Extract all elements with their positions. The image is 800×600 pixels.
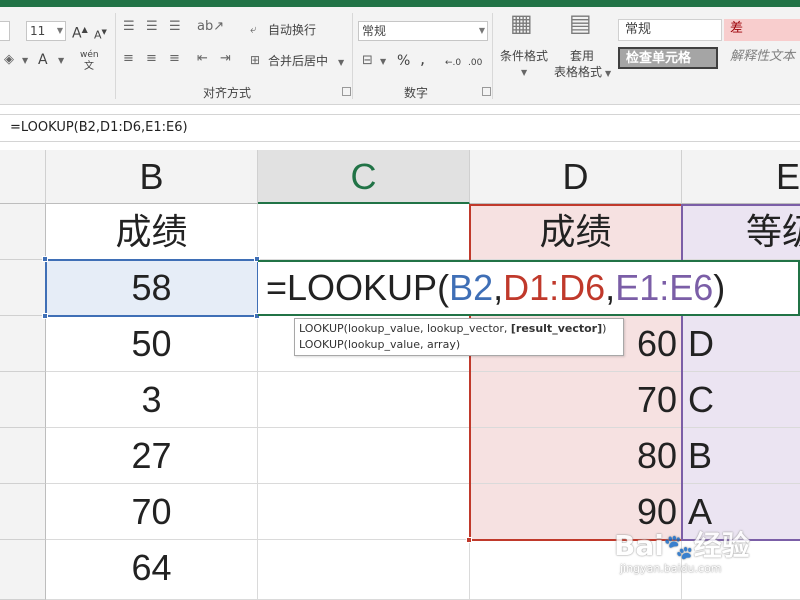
align-bottom-icon[interactable]: ☰ — [169, 19, 181, 35]
font-size-combo[interactable]: 11 ▼ — [26, 21, 66, 41]
grow-font-button[interactable]: A▲ — [72, 22, 88, 42]
row-header[interactable] — [0, 540, 46, 600]
format-as-table-icon[interactable]: ▤ — [569, 11, 592, 35]
formula-comma: , — [493, 267, 504, 308]
style-normal[interactable]: 常规 — [618, 19, 722, 41]
cell-b7[interactable]: 64 — [46, 540, 258, 600]
select-all-corner[interactable] — [0, 150, 46, 204]
merge-dropdown-icon[interactable]: ▼ — [338, 55, 344, 71]
format-as-table-line2[interactable]: 表格格式 — [554, 64, 602, 80]
row-header[interactable] — [0, 428, 46, 484]
format-as-table-line1[interactable]: 套用 — [570, 48, 594, 64]
formula-prefix: =LOOKUP( — [266, 267, 450, 308]
alignment-group-label: 对齐方式 — [203, 86, 252, 100]
reference-range-b2 — [45, 259, 259, 317]
number-format-value: 常规 — [362, 24, 387, 38]
cell-b6[interactable]: 70 — [46, 484, 258, 540]
range-handle[interactable] — [42, 313, 48, 319]
wrap-text-button[interactable]: 自动换行 — [268, 22, 316, 38]
formula-bar-text: =LOOKUP(B2,D1:D6,E1:E6) — [10, 120, 188, 135]
fill-color-dropdown-icon[interactable]: ▼ — [22, 53, 28, 69]
watermark-url: jingyan.baidu.com — [620, 562, 722, 575]
font-size-select[interactable] — [0, 21, 10, 41]
separator — [115, 13, 116, 99]
ribbon: 11 ▼ A▲ A▼ ◈ ▼ A ▼ wén 文 ☰ ☰ ☰ ab↗ ⤶ 自动换… — [0, 7, 800, 105]
phonetic-guide-char: 文 — [84, 61, 94, 72]
font-color-button[interactable]: A — [38, 52, 48, 68]
cell-b4[interactable]: 3 — [46, 372, 258, 428]
number-format-combo[interactable]: 常规 ▼ — [358, 21, 488, 41]
row-header[interactable] — [0, 316, 46, 372]
cell-b1[interactable]: 成绩 — [46, 204, 258, 260]
style-check-cell[interactable]: 检查单元格 — [618, 47, 718, 69]
cell-b3[interactable]: 50 — [46, 316, 258, 372]
cell-c1[interactable] — [258, 204, 470, 260]
align-center-icon[interactable]: ≡ — [146, 51, 157, 67]
row-header[interactable] — [0, 260, 46, 316]
row-header[interactable] — [0, 204, 46, 260]
cell-c2-editor[interactable]: =LOOKUP(B2,D1:D6,E1:E6) — [258, 260, 800, 316]
chevron-down-icon: ▼ — [605, 69, 612, 78]
formula-arg-e1-e6: E1:E6 — [615, 267, 714, 308]
formula-comma: , — [605, 267, 616, 308]
row-header[interactable] — [0, 372, 46, 428]
increase-indent-icon[interactable]: ⇥ — [220, 51, 231, 67]
tooltip-syntax-vector[interactable]: LOOKUP(lookup_value, lookup_vector, [res… — [299, 321, 619, 337]
formula-arg-d1-d6: D1:D6 — [503, 267, 606, 308]
cell-c4[interactable] — [258, 372, 470, 428]
style-explanatory[interactable]: 解释性文本 — [724, 47, 800, 69]
align-middle-icon[interactable]: ☰ — [146, 19, 158, 35]
chevron-down-icon: ▼ — [521, 68, 528, 77]
style-bad[interactable]: 差 — [724, 19, 800, 41]
column-header-c[interactable]: C — [258, 150, 470, 204]
number-dialog-launcher-icon[interactable] — [482, 87, 491, 96]
percent-style-button[interactable]: % — [397, 53, 410, 69]
tooltip-syntax-array[interactable]: LOOKUP(lookup_value, array) — [299, 337, 619, 353]
fill-color-icon[interactable]: ◈ — [4, 52, 14, 68]
accounting-dropdown-icon[interactable]: ▼ — [380, 54, 386, 70]
merge-center-icon[interactable]: ⊞ — [250, 52, 260, 68]
comma-style-button[interactable]: , — [420, 51, 425, 67]
column-header-e[interactable]: E — [682, 150, 800, 204]
shrink-font-button[interactable]: A▼ — [94, 24, 107, 44]
wrap-text-icon[interactable]: ⤶ — [250, 21, 257, 37]
cell-c5[interactable] — [258, 428, 470, 484]
baidu-logo-watermark: Bai🐾经验 — [614, 529, 750, 562]
alignment-dialog-launcher-icon[interactable] — [342, 87, 351, 96]
font-size-value: 11 — [30, 24, 46, 38]
chevron-down-icon: ▼ — [56, 26, 63, 35]
decrease-decimal-button[interactable]: .00 — [468, 55, 482, 71]
cell-c6[interactable] — [258, 484, 470, 540]
conditional-format-button[interactable]: 条件格式 — [500, 48, 548, 64]
orientation-icon[interactable]: ab↗ — [197, 19, 224, 35]
title-bar-strip — [0, 0, 800, 7]
cell-b5[interactable]: 27 — [46, 428, 258, 484]
accounting-format-icon[interactable]: ⊟ — [362, 53, 373, 69]
column-header-d[interactable]: D — [470, 150, 682, 204]
conditional-format-icon[interactable]: ▦ — [510, 11, 533, 35]
formula-bar[interactable]: =LOOKUP(B2,D1:D6,E1:E6) — [0, 114, 800, 142]
reference-range-e1-e6 — [681, 204, 800, 541]
formula-suffix: ) — [713, 267, 726, 308]
formula-arg-b2: B2 — [449, 267, 494, 308]
cell-c7[interactable] — [258, 540, 470, 600]
reference-range-d1-d6 — [469, 204, 683, 541]
worksheet-grid: B C D E 成绩 成绩 等级 58 50 60 D 3 70 C 27 8 — [0, 150, 800, 600]
separator — [352, 13, 353, 99]
row-header[interactable] — [0, 484, 46, 540]
decrease-indent-icon[interactable]: ⇤ — [197, 51, 208, 67]
column-header-b[interactable]: B — [46, 150, 258, 204]
align-top-icon[interactable]: ☰ — [123, 19, 135, 35]
align-right-icon[interactable]: ≡ — [169, 51, 180, 67]
align-left-icon[interactable]: ≡ — [123, 51, 134, 67]
function-tooltip[interactable]: LOOKUP(lookup_value, lookup_vector, [res… — [294, 318, 624, 356]
chevron-down-icon: ▼ — [478, 26, 485, 35]
increase-decimal-button[interactable]: ←.0 — [445, 55, 461, 71]
range-handle[interactable] — [466, 537, 472, 543]
number-group-label: 数字 — [404, 86, 429, 100]
merge-center-button[interactable]: 合并后居中 — [268, 53, 328, 69]
font-color-dropdown-icon[interactable]: ▼ — [58, 53, 64, 69]
separator — [492, 13, 493, 99]
range-handle[interactable] — [42, 256, 48, 262]
